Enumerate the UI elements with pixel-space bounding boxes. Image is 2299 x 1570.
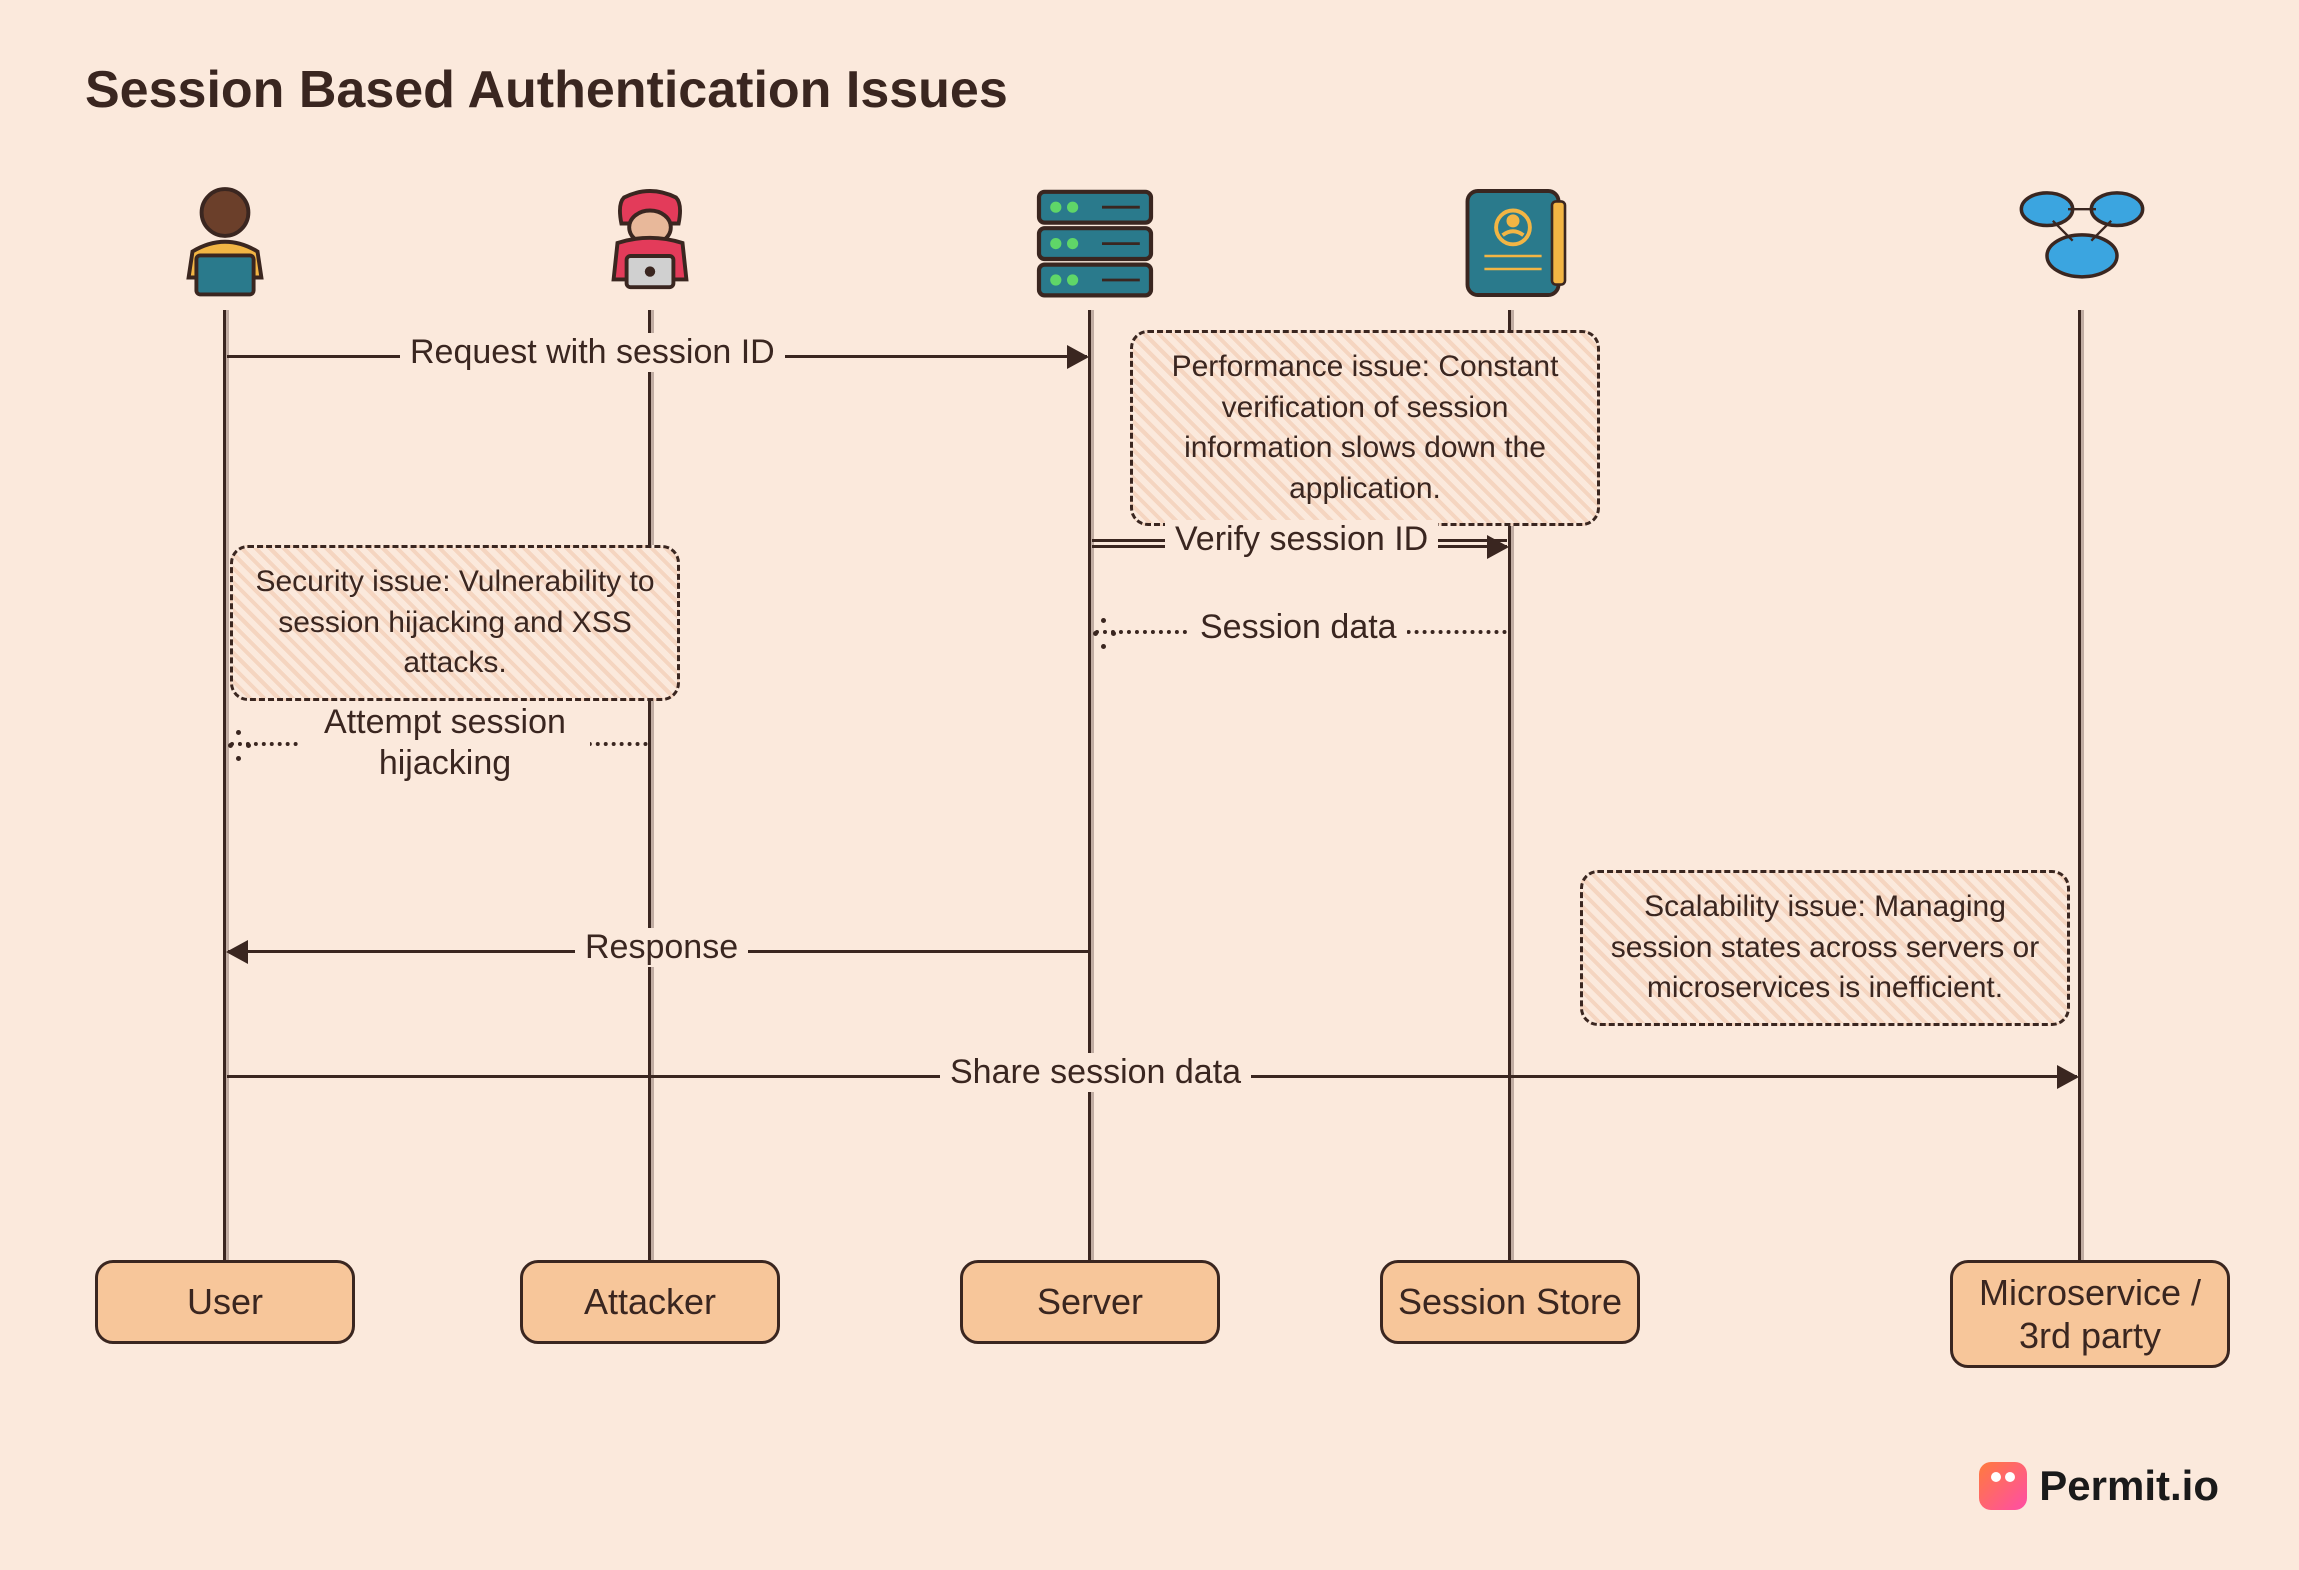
- permit-logo-icon: [1979, 1462, 2027, 1510]
- diagram-title: Session Based Authentication Issues: [85, 60, 1008, 120]
- brand-logo: Permit.io: [1979, 1462, 2219, 1510]
- attacker-icon: [585, 178, 715, 308]
- actor-label-microservice: Microservice / 3rd party: [1950, 1260, 2230, 1368]
- lifeline-user: [223, 310, 226, 1260]
- actor-label-server: Server: [960, 1260, 1220, 1344]
- label-response: Response: [575, 928, 748, 967]
- server-icon: [1025, 175, 1165, 315]
- user-icon: [160, 180, 290, 310]
- note-security: Security issue: Vulnerability to session…: [230, 545, 680, 701]
- lifeline-server: [1088, 310, 1091, 1260]
- lifeline-microservice: [2078, 310, 2081, 1260]
- actor-label-session-store: Session Store: [1380, 1260, 1640, 1344]
- lifeline-attacker: [648, 310, 651, 1260]
- label-session-data: Session data: [1190, 608, 1407, 647]
- actor-label-attacker: Attacker: [520, 1260, 780, 1344]
- label-hijack: Attempt session hijacking: [300, 702, 590, 784]
- note-performance: Performance issue: Constant verification…: [1130, 330, 1600, 526]
- note-scalability: Scalability issue: Managing session stat…: [1580, 870, 2070, 1026]
- label-share: Share session data: [940, 1053, 1251, 1092]
- session-store-icon: [1448, 178, 1578, 308]
- label-request: Request with session ID: [400, 333, 785, 372]
- cloud-icon: [2012, 180, 2152, 310]
- actor-label-user: User: [95, 1260, 355, 1344]
- brand-text: Permit.io: [2039, 1462, 2219, 1510]
- label-verify: Verify session ID: [1165, 520, 1438, 559]
